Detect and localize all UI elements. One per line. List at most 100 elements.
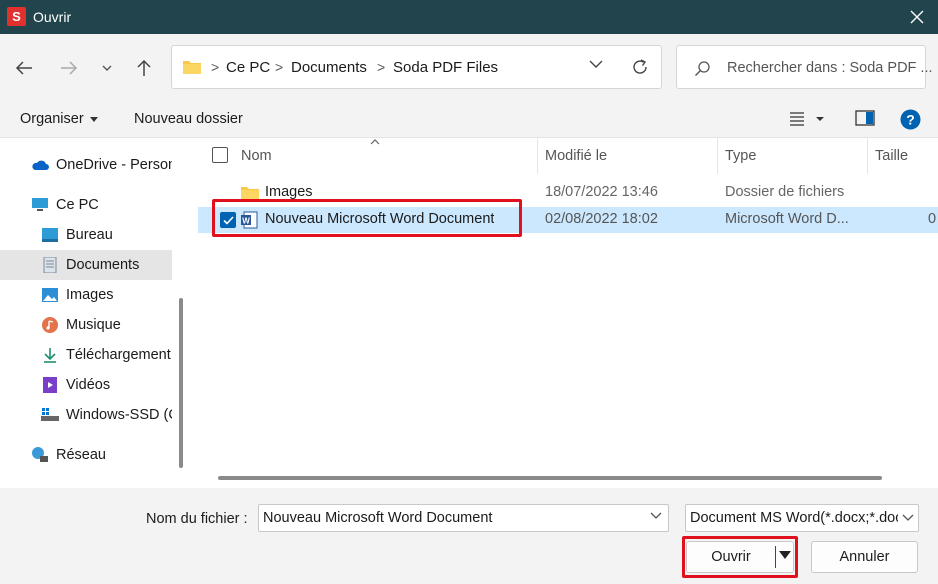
- back-button[interactable]: [10, 54, 38, 82]
- split-divider: [775, 546, 776, 568]
- sidebar-item-musique[interactable]: Musique: [0, 310, 172, 340]
- forward-button[interactable]: [55, 54, 83, 82]
- chevron-down-icon: [902, 514, 914, 521]
- search-input[interactable]: Rechercher dans : Soda PDF ...: [676, 45, 933, 89]
- column-header-modified[interactable]: Modifié le: [545, 148, 607, 184]
- sidebar-item-onedrive[interactable]: OneDrive - Person: [0, 150, 172, 180]
- sidebar-item-documents[interactable]: Documents: [0, 250, 172, 280]
- row-checkbox[interactable]: [220, 212, 236, 228]
- filetype-select[interactable]: Document MS Word(*.docx;*.doc: [685, 504, 919, 532]
- documents-icon: [43, 257, 57, 273]
- sidebar-item-label: Bureau: [66, 227, 113, 243]
- preview-pane-button[interactable]: [855, 109, 875, 130]
- breadcrumb-documents[interactable]: Documents: [291, 59, 367, 76]
- arrow-up-icon: [137, 59, 151, 76]
- breadcrumb-separator: >: [377, 59, 386, 75]
- arrow-left-icon: [15, 61, 32, 75]
- download-icon: [44, 348, 56, 363]
- close-button[interactable]: [896, 0, 938, 34]
- sidebar-item-windows-ssd[interactable]: Windows-SSD (C: [0, 400, 172, 430]
- sidebar-item-label: Documents: [66, 257, 140, 273]
- sidebar-item-images[interactable]: Images: [0, 280, 172, 310]
- sidebar-item-label: Windows-SSD (C: [66, 407, 172, 423]
- checkmark-icon: [222, 215, 234, 225]
- search-placeholder: Rechercher dans : Soda PDF ...: [727, 60, 933, 76]
- file-row[interactable]: Images 18/07/2022 13:46 Dossier de fichi…: [198, 180, 938, 206]
- address-bar[interactable]: > Ce PC > Documents > Soda PDF Files: [171, 45, 662, 89]
- pictures-icon: [42, 288, 58, 302]
- open-button[interactable]: Ouvrir: [686, 541, 794, 573]
- chevron-down-icon: [102, 65, 112, 71]
- file-type: Dossier de fichiers: [725, 184, 845, 200]
- sidebar-item-videos[interactable]: Vidéos: [0, 370, 172, 400]
- file-modified: 18/07/2022 13:46: [545, 184, 658, 200]
- title-bar: S Ouvrir: [0, 0, 938, 34]
- recent-locations-button[interactable]: [93, 54, 121, 82]
- svg-text:?: ?: [906, 112, 915, 128]
- sidebar-item-label: Vidéos: [66, 377, 111, 393]
- breadcrumb-separator: >: [211, 59, 220, 75]
- folder-icon: [241, 187, 259, 200]
- filename-combobox[interactable]: Nouveau Microsoft Word Document: [258, 504, 669, 532]
- file-name: Nouveau Microsoft Word Document: [265, 211, 495, 227]
- sidebar-item-label: Téléchargement: [66, 347, 171, 363]
- network-icon: [32, 447, 48, 462]
- cancel-button[interactable]: Annuler: [811, 541, 918, 573]
- file-list: Nom Modifié le Type Taille Images 18/07/…: [198, 138, 938, 488]
- new-folder-button[interactable]: Nouveau dossier: [134, 111, 243, 127]
- help-button[interactable]: ?: [900, 109, 921, 133]
- file-modified: 02/08/2022 18:02: [545, 211, 658, 227]
- organise-menu-button[interactable]: Organiser: [20, 111, 98, 127]
- column-header-name[interactable]: Nom: [241, 148, 272, 184]
- sidebar-item-telechargement[interactable]: Téléchargement: [0, 340, 172, 370]
- soda-pdf-logo-icon: S: [7, 7, 26, 26]
- search-icon: [695, 61, 710, 76]
- sidebar-item-ce-pc[interactable]: Ce PC: [0, 190, 172, 220]
- window-title: Ouvrir: [33, 9, 72, 25]
- chevron-down-icon[interactable]: [589, 60, 603, 69]
- arrow-right-icon: [61, 61, 78, 75]
- close-icon: [910, 10, 924, 24]
- filename-value[interactable]: Nouveau Microsoft Word Document: [263, 510, 492, 526]
- column-divider[interactable]: [537, 138, 538, 174]
- file-type: Microsoft Word D...: [725, 211, 849, 227]
- command-toolbar: Organiser Nouveau dossier ?: [0, 100, 938, 138]
- navigation-bar: > Ce PC > Documents > Soda PDF Files Rec…: [0, 34, 938, 100]
- filetype-dropdown-button[interactable]: [898, 505, 918, 531]
- breadcrumb-ce-pc[interactable]: Ce PC: [226, 59, 270, 76]
- folder-icon: [183, 61, 201, 74]
- caret-down-icon[interactable]: [779, 551, 791, 559]
- navigation-pane: OneDrive - Person Ce PC Bureau Documents…: [0, 138, 192, 488]
- sidebar-item-label: Ce PC: [56, 197, 99, 213]
- list-view-icon: [790, 112, 824, 126]
- sidebar-scrollbar[interactable]: [179, 298, 183, 468]
- organise-label: Organiser: [20, 111, 84, 127]
- horizontal-scrollbar[interactable]: [218, 476, 882, 480]
- up-button[interactable]: [130, 54, 158, 82]
- view-options-button[interactable]: [788, 109, 828, 132]
- filename-label: Nom du fichier :: [146, 511, 248, 527]
- column-divider[interactable]: [717, 138, 718, 174]
- column-header-type[interactable]: Type: [725, 148, 756, 184]
- sort-ascending-icon: [370, 139, 380, 145]
- caret-down-icon: [89, 116, 98, 122]
- sidebar-item-label: Images: [66, 287, 114, 303]
- sidebar-item-bureau[interactable]: Bureau: [0, 220, 172, 250]
- chevron-down-icon[interactable]: [650, 512, 662, 520]
- sidebar-item-reseau[interactable]: Réseau: [0, 440, 172, 470]
- file-row-selected[interactable]: W Nouveau Microsoft Word Document 02/08/…: [198, 207, 938, 233]
- select-all-checkbox[interactable]: [212, 147, 228, 163]
- desktop-icon: [42, 228, 58, 242]
- open-button-label: Ouvrir: [711, 549, 751, 565]
- music-icon: [42, 317, 58, 333]
- file-size: 0: [928, 211, 937, 227]
- drive-icon: [41, 408, 59, 421]
- column-divider[interactable]: [867, 138, 868, 174]
- videos-icon: [43, 377, 57, 393]
- computer-icon: [32, 198, 48, 211]
- column-header-size[interactable]: Taille: [875, 148, 908, 184]
- breadcrumb-soda-pdf-files[interactable]: Soda PDF Files: [393, 59, 498, 76]
- preview-pane-icon: [855, 110, 875, 126]
- breadcrumb-separator: >: [275, 59, 284, 75]
- refresh-icon[interactable]: [631, 58, 649, 76]
